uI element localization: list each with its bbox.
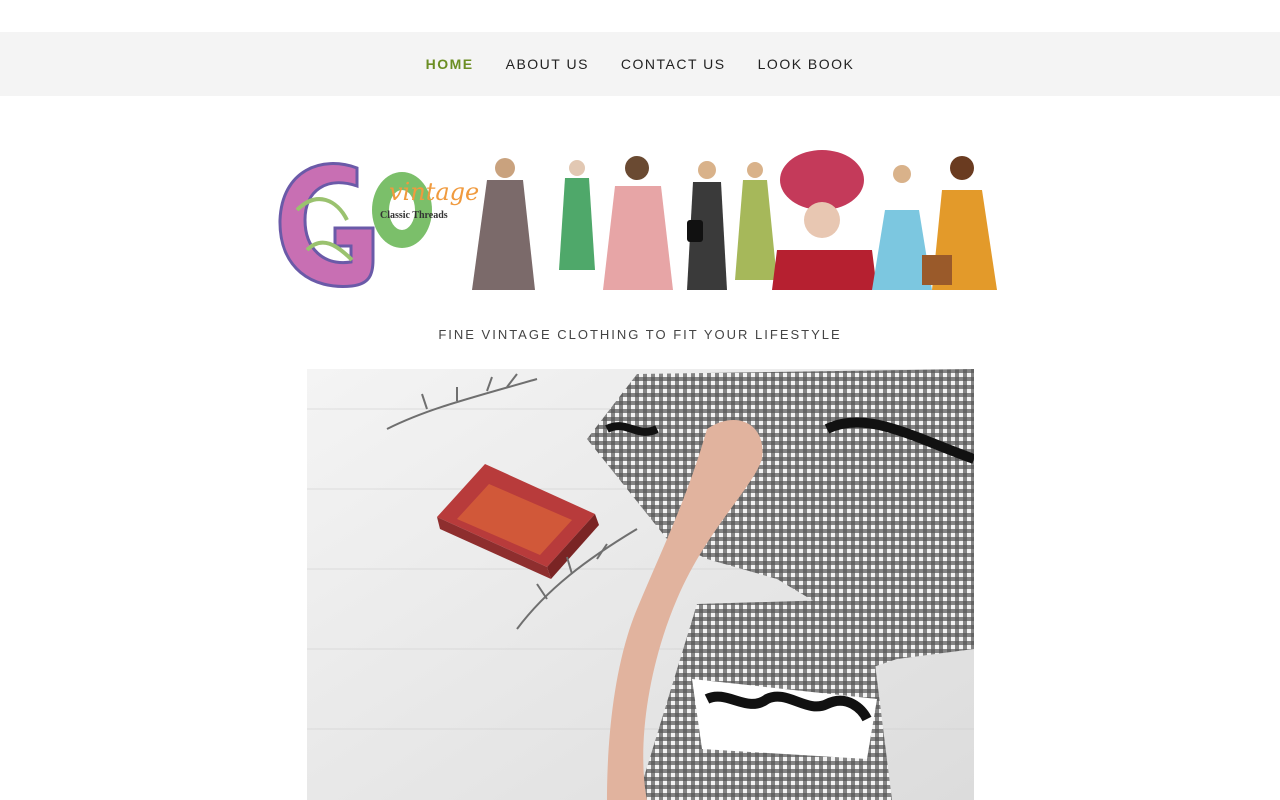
- header-banner[interactable]: vintage Classic Threads: [277, 150, 1003, 290]
- nav-home[interactable]: HOME: [426, 56, 474, 72]
- logo-sub-text: Classic Threads: [380, 210, 448, 221]
- nav-look-book[interactable]: LOOK BOOK: [758, 56, 855, 72]
- banner-image: vintage Classic Threads: [278, 150, 997, 290]
- logo-script-text: vintage: [389, 178, 479, 206]
- nav-about-us[interactable]: ABOUT US: [506, 56, 589, 72]
- hero-image: [307, 369, 974, 800]
- site-tagline: FINE VINTAGE CLOTHING TO FIT YOUR LIFEST…: [438, 327, 842, 342]
- logo: vintage Classic Threads: [278, 162, 479, 288]
- nav-contact-us[interactable]: CONTACT US: [621, 56, 726, 72]
- main-nav: HOME ABOUT US CONTACT US LOOK BOOK: [0, 32, 1280, 96]
- models-strip: [472, 150, 997, 290]
